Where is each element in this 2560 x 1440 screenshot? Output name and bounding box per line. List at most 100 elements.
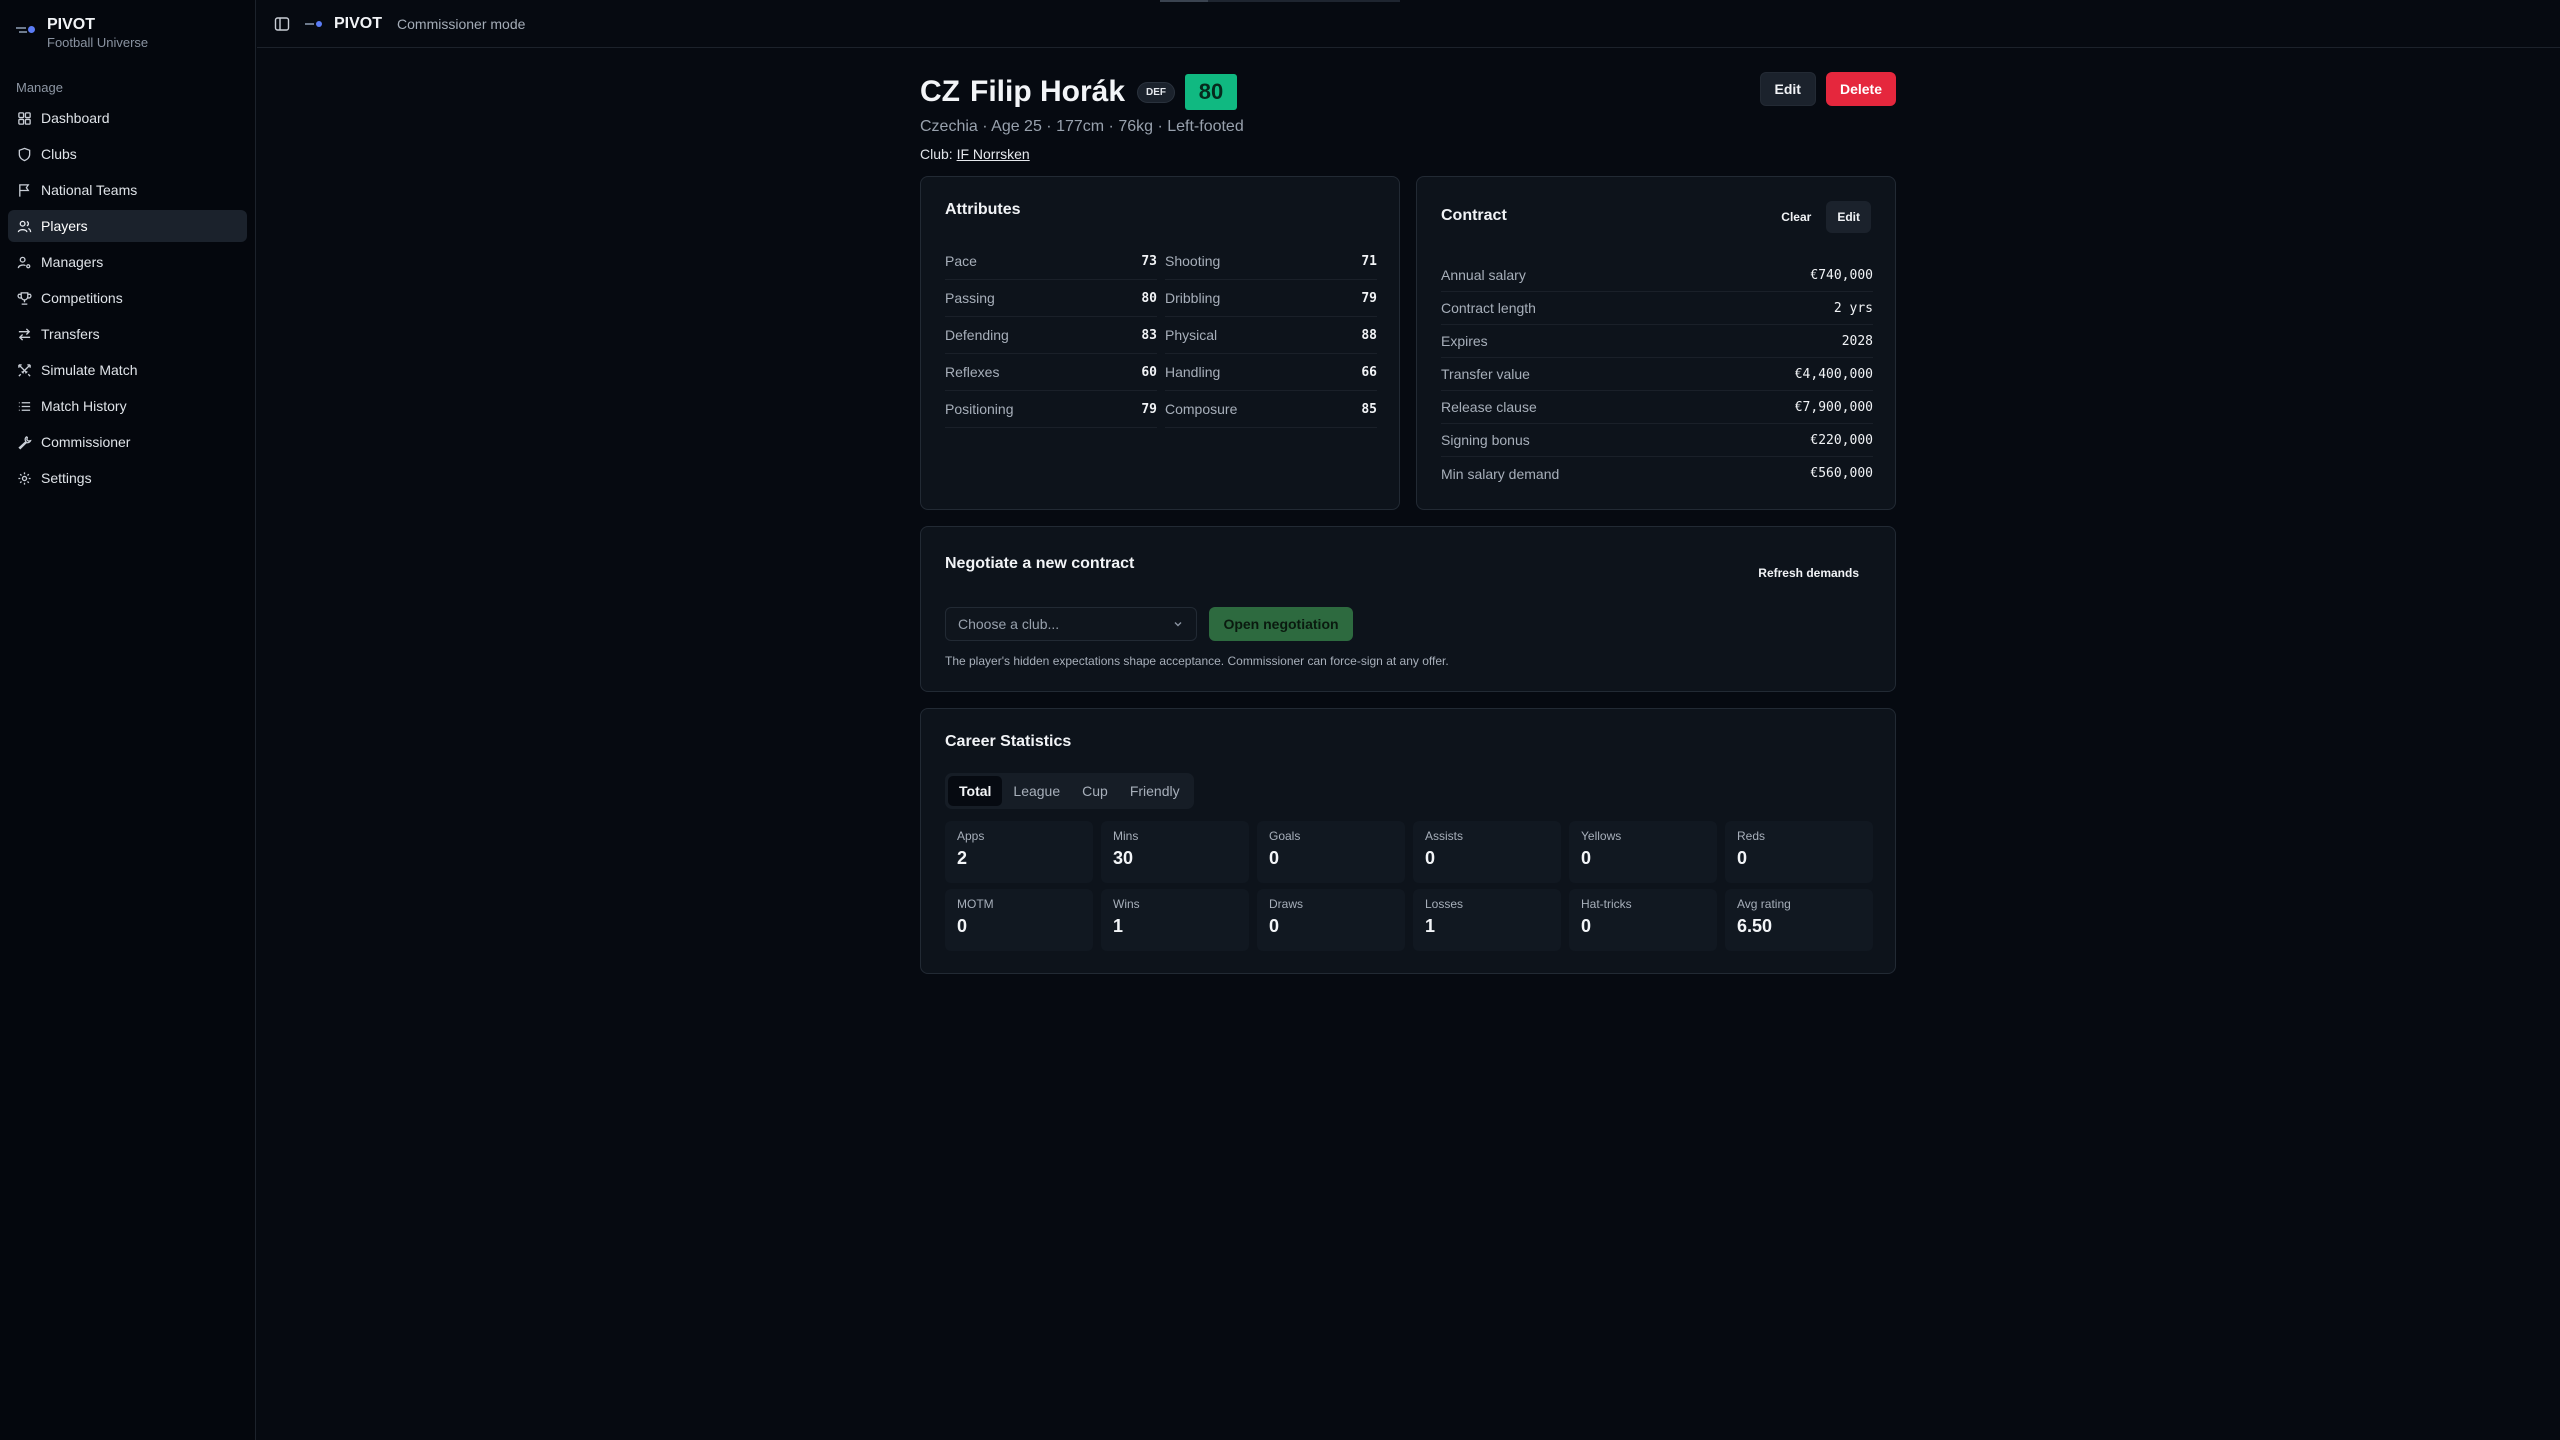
tab-total[interactable]: Total: [948, 776, 1003, 806]
stat-wins: Wins 1: [1101, 889, 1249, 951]
club-select[interactable]: Choose a club...: [945, 607, 1197, 641]
contract-field-name: Release clause: [1441, 399, 1537, 415]
contract-row: Min salary demand €560,000: [1441, 457, 1873, 490]
sidebar-item-label: Dashboard: [41, 110, 110, 126]
sidebar-item-managers[interactable]: Managers: [8, 246, 247, 278]
contract-list: Annual salary €740,000 Contract length 2 y…: [1441, 259, 1873, 490]
attribute-value: 71: [1361, 253, 1377, 269]
attribute-name: Reflexes: [945, 364, 1000, 380]
sidebar-item-competitions[interactable]: Competitions: [8, 282, 247, 314]
stat-label: Wins: [1113, 897, 1140, 911]
contract-row: Contract length 2 yrs: [1441, 292, 1873, 325]
contract-field-value: 2 yrs: [1833, 300, 1873, 316]
country-flag: CZ: [920, 75, 960, 108]
attribute-value: 85: [1361, 401, 1377, 417]
stat-value: 2: [957, 848, 968, 868]
tab-cup[interactable]: Cup: [1071, 776, 1119, 806]
stat-goals: Goals 0: [1257, 821, 1405, 883]
delete-player-button[interactable]: Delete: [1825, 72, 1896, 106]
stat-value: 0: [1581, 916, 1592, 936]
attribute-row: Shooting 71: [1165, 243, 1377, 280]
attribute-name: Pace: [945, 253, 977, 269]
player-meta: Czechia · Age 25 · 177cm · 76kg · Left-f…: [920, 118, 1244, 135]
tab-friendly[interactable]: Friendly: [1119, 776, 1191, 806]
refresh-demands-button[interactable]: Refresh demands: [1746, 557, 1871, 589]
sidebar-item-settings[interactable]: Settings: [8, 462, 247, 494]
negotiate-note: The player's hidden expectations shape a…: [945, 654, 1449, 668]
contract-row: Transfer value €4,400,000: [1441, 358, 1873, 391]
sidebar-item-label: National Teams: [41, 182, 138, 198]
negotiate-title: Negotiate a new contract: [945, 555, 1135, 572]
stat-avg-rating: Avg rating 6.50: [1725, 889, 1873, 951]
club-link[interactable]: IF Norrsken: [957, 146, 1030, 162]
attribute-name: Dribbling: [1165, 290, 1221, 306]
contract-field-name: Transfer value: [1441, 366, 1530, 382]
sidebar: PIVOT Football Universe Manage Dashboard…: [0, 0, 256, 1440]
career-tabs: Total League Cup Friendly: [945, 773, 1194, 809]
stat-label: Apps: [957, 829, 985, 843]
stat-value: 1: [1425, 916, 1436, 936]
attribute-row: Physical 88: [1165, 317, 1377, 354]
attribute-value: 88: [1361, 327, 1377, 343]
contract-field-name: Signing bonus: [1441, 432, 1530, 448]
sidebar-item-simulate-match[interactable]: Simulate Match: [8, 354, 247, 386]
stat-draws: Draws 0: [1257, 889, 1405, 951]
stat-value: 1: [1113, 916, 1124, 936]
brand[interactable]: PIVOT Football Universe: [16, 16, 148, 51]
sidebar-item-commissioner[interactable]: Commissioner: [8, 426, 247, 458]
contract-title: Contract: [1441, 207, 1507, 224]
contract-row: Expires 2028: [1441, 325, 1873, 358]
sidebar-item-label: Competitions: [41, 290, 123, 306]
sidebar-item-match-history[interactable]: Match History: [8, 390, 247, 422]
stat-value: 30: [1113, 848, 1134, 868]
sidebar-item-clubs[interactable]: Clubs: [8, 138, 247, 170]
shield-icon: [18, 147, 31, 161]
grid-icon: [18, 111, 31, 125]
overall-rating-badge: 80: [1185, 74, 1238, 110]
contract-field-name: Annual salary: [1441, 267, 1526, 283]
contract-field-value: €220,000: [1810, 432, 1873, 448]
stat-yellows: Yellows 0: [1569, 821, 1717, 883]
stat-label: Hat-tricks: [1581, 897, 1632, 911]
open-negotiation-button[interactable]: Open negotiation: [1209, 607, 1353, 641]
attribute-value: 73: [1141, 253, 1157, 269]
stat-value: 0: [1737, 848, 1748, 868]
club-line: Club: IF Norrsken: [920, 146, 1896, 162]
attribute-row: Dribbling 79: [1165, 280, 1377, 317]
attribute-name: Defending: [945, 327, 1009, 343]
stats-grid: Apps 2 Mins 30 Goals 0 Assists 0 Yellows 0 Re…: [945, 821, 1873, 951]
attribute-name: Physical: [1165, 327, 1218, 343]
edit-contract-button[interactable]: Edit: [1826, 201, 1871, 233]
sidebar-item-label: Clubs: [41, 146, 77, 162]
attribute-name: Composure: [1165, 401, 1238, 417]
sidebar-item-label: Commissioner: [41, 434, 131, 450]
logo-icon: [16, 20, 38, 40]
contract-field-name: Contract length: [1441, 300, 1536, 316]
attribute-row: Passing 80: [945, 280, 1157, 317]
stat-label: MOTM: [957, 897, 994, 911]
topbar: PIVOT Commissioner mode: [257, 0, 2560, 48]
clear-contract-button[interactable]: Clear: [1770, 201, 1822, 233]
stat-hat-tricks: Hat-tricks 0: [1569, 889, 1717, 951]
tab-league[interactable]: League: [1002, 776, 1071, 806]
flag-icon: [19, 183, 30, 197]
attribute-row: Reflexes 60: [945, 354, 1157, 391]
attribute-row: Composure 85: [1165, 391, 1377, 428]
sidebar-item-players[interactable]: Players: [8, 210, 247, 242]
list-icon: [18, 401, 31, 411]
sidebar-toggle-icon[interactable]: [273, 15, 291, 33]
edit-player-button[interactable]: Edit: [1759, 72, 1816, 106]
stat-value: 0: [1269, 848, 1280, 868]
stat-value: 0: [957, 916, 968, 936]
sidebar-item-national-teams[interactable]: National Teams: [8, 174, 247, 206]
attribute-row: Positioning 79: [945, 391, 1157, 428]
sidebar-item-transfers[interactable]: Transfers: [8, 318, 247, 350]
contract-field-name: Min salary demand: [1441, 465, 1560, 482]
top-indicator: [1160, 0, 1400, 2]
attributes-grid: Pace 73 Shooting 71 Passing 80 Dribbling 79 …: [945, 243, 1377, 428]
attribute-row: Pace 73: [945, 243, 1157, 280]
sidebar-item-dashboard[interactable]: Dashboard: [8, 102, 247, 134]
contract-field-value: €740,000: [1810, 267, 1873, 283]
contract-field-value: 2028: [1841, 333, 1873, 349]
contract-field-value: €7,900,000: [1794, 399, 1873, 415]
